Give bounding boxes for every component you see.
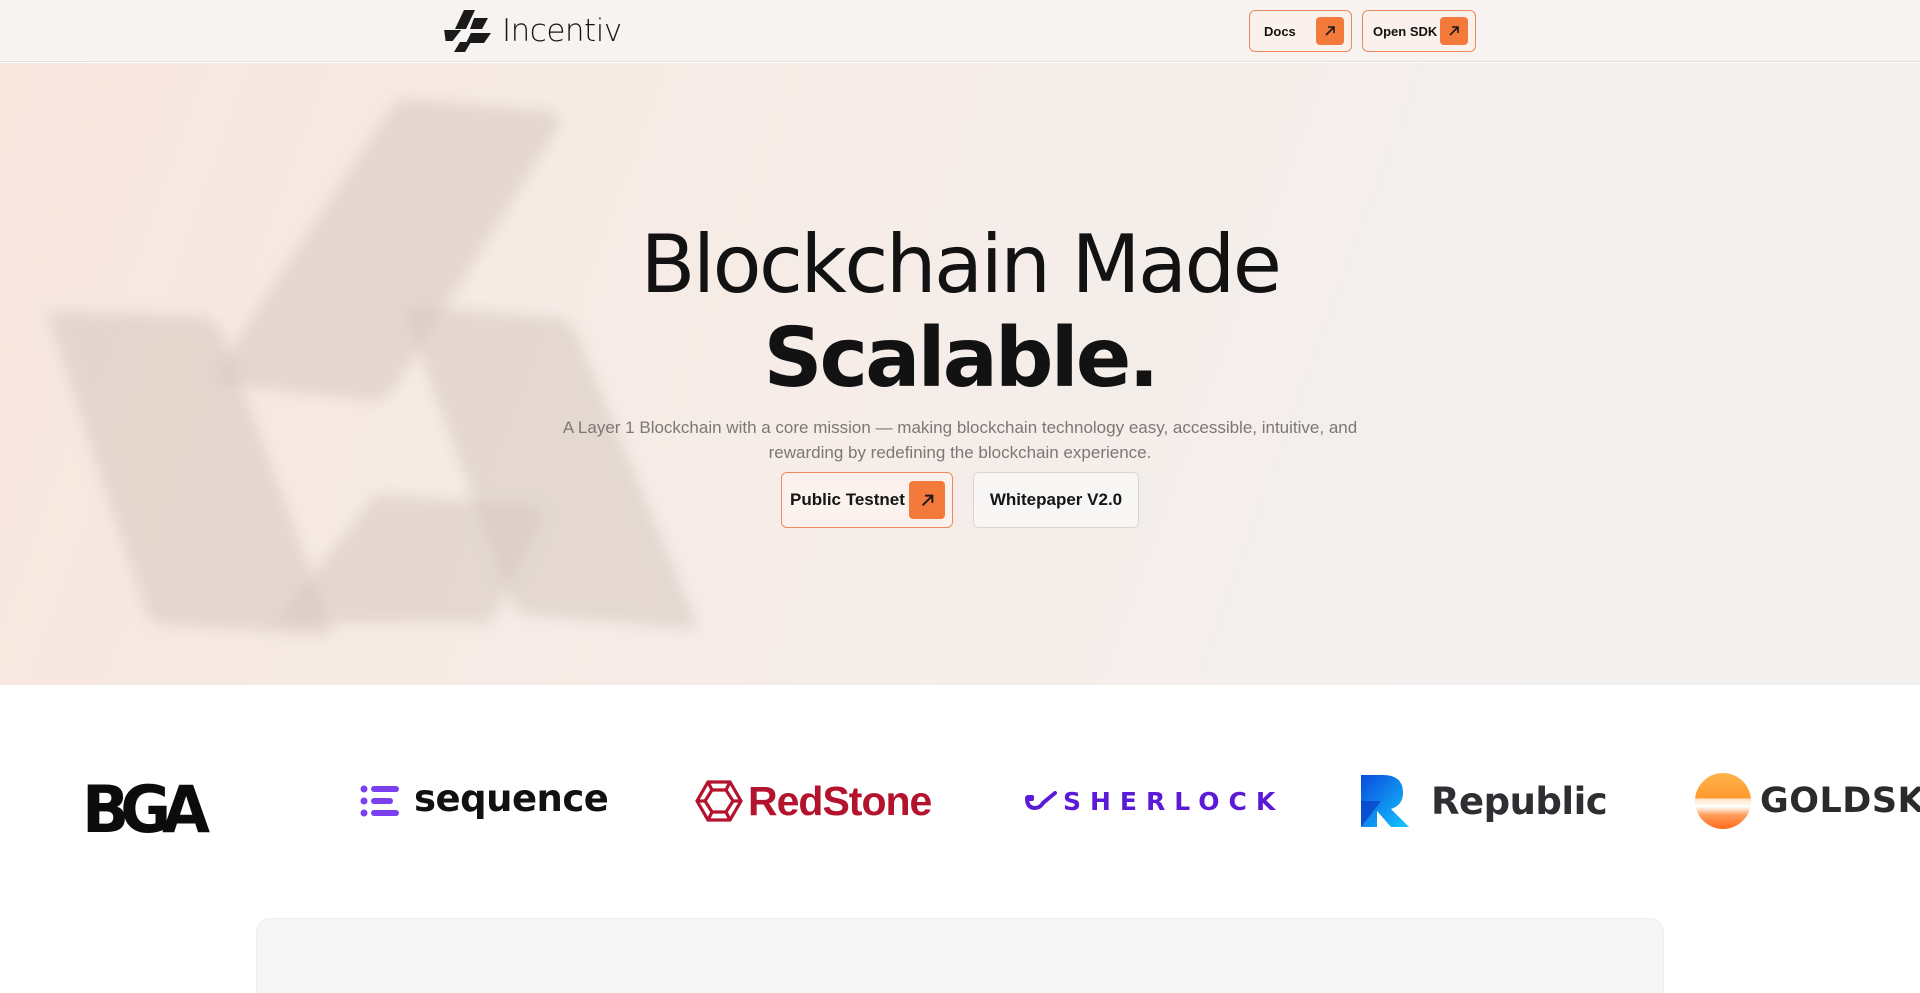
- docs-button[interactable]: Docs: [1249, 10, 1352, 52]
- brand-logo-link[interactable]: Incentiv: [444, 9, 622, 53]
- sequence-logo[interactable]: sequence: [360, 686, 609, 916]
- sequence-logo-text: sequence: [414, 776, 609, 820]
- republic-logo-text: Republic: [1431, 779, 1608, 823]
- bga-logo[interactable]: BGA: [82, 688, 210, 930]
- public-testnet-label: Public Testnet: [790, 490, 905, 509]
- republic-logo[interactable]: Republic: [1359, 686, 1608, 916]
- redstone-gem-icon: [695, 780, 743, 822]
- arrow-up-right-icon: [1316, 17, 1344, 45]
- hero-title-line1: Blockchain Made: [640, 218, 1282, 311]
- site-header: Incentiv Docs Open SDK: [0, 0, 1920, 62]
- sherlock-logo[interactable]: SHERLOCK: [1025, 686, 1284, 916]
- goldsky-logo-text: GOLDSKY: [1760, 781, 1920, 821]
- whitepaper-label: Whitepaper V2.0: [989, 490, 1123, 509]
- open-sdk-button-label: Open SDK: [1373, 23, 1438, 39]
- arrow-up-right-icon: [909, 481, 945, 519]
- sherlock-logo-text: SHERLOCK: [1063, 786, 1285, 816]
- whitepaper-button[interactable]: Whitepaper V2.0: [973, 472, 1139, 528]
- redstone-logo[interactable]: RedStone: [694, 686, 932, 916]
- sequence-mark-icon: [360, 785, 399, 817]
- docs-button-label: Docs: [1264, 23, 1296, 39]
- brand-name: Incentiv: [502, 13, 622, 49]
- goldsky-sun-icon: [1695, 773, 1751, 829]
- bga-logo-text: BGA: [82, 770, 210, 848]
- republic-mark-icon: [1361, 775, 1409, 827]
- hero-title-line2: Scalable.: [763, 311, 1159, 406]
- arrow-up-right-icon: [1440, 17, 1468, 45]
- open-sdk-button[interactable]: Open SDK: [1362, 10, 1476, 52]
- hero-subtitle: A Layer 1 Blockchain with a core mission…: [562, 418, 1358, 462]
- public-testnet-button[interactable]: Public Testnet: [781, 472, 953, 528]
- content-card: [256, 918, 1664, 993]
- goldsky-logo[interactable]: GOLDSKY: [1694, 686, 1920, 916]
- incentiv-logo-icon: [444, 10, 491, 52]
- redstone-logo-text: RedStone: [748, 777, 932, 824]
- sherlock-pipe-icon: [1025, 791, 1057, 811]
- hero-section: Blockchain Made Scalable. A Layer 1 Bloc…: [0, 63, 1920, 685]
- partner-logos: BGA sequence RedStone SHERLOCK Republic …: [0, 686, 1920, 916]
